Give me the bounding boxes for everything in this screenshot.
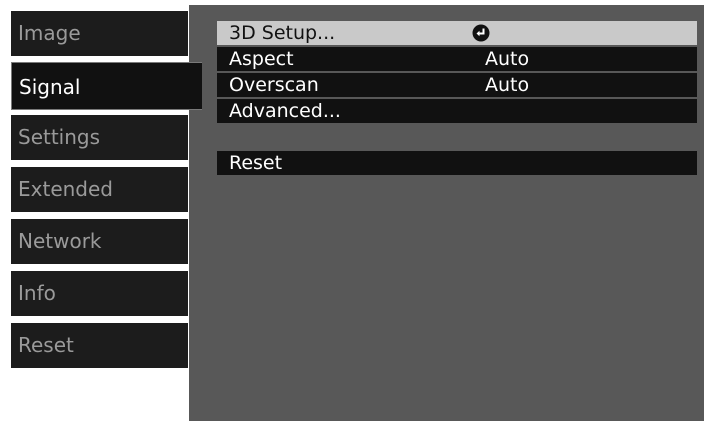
menu-tab-column: Image Signal Settings Extended Network I… [0,0,202,421]
tab-settings[interactable]: Settings [11,115,188,160]
menu-item-advanced[interactable]: Advanced... [217,99,697,123]
tab-extended[interactable]: Extended [11,167,188,212]
signal-settings-panel: 3D Setup... Aspect Auto Overscan Auto Ad… [189,5,704,421]
menu-item-3d-setup[interactable]: 3D Setup... [217,21,697,45]
menu-item-label: 3D Setup... [229,22,336,44]
projector-menu: Image Signal Settings Extended Network I… [0,0,704,421]
menu-item-value: Auto [485,48,530,70]
menu-item-label: Aspect [229,48,294,70]
menu-item-aspect[interactable]: Aspect Auto [217,47,697,71]
enter-icon [472,24,490,42]
menu-item-label: Overscan [229,74,319,96]
menu-item-reset[interactable]: Reset [217,151,697,175]
tab-image[interactable]: Image [11,11,188,56]
menu-item-label: Reset [229,152,283,174]
tab-network[interactable]: Network [11,219,188,264]
tab-info[interactable]: Info [11,271,188,316]
menu-item-value: Auto [485,74,530,96]
menu-item-overscan[interactable]: Overscan Auto [217,73,697,97]
tab-signal[interactable]: Signal [11,62,202,110]
menu-item-label: Advanced... [229,100,341,122]
tab-reset[interactable]: Reset [11,323,188,368]
